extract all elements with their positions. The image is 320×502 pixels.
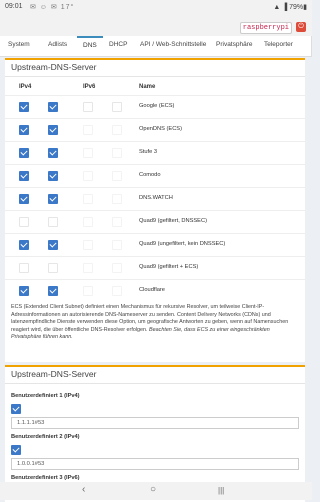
ipv6-checkbox-b[interactable]	[112, 171, 122, 181]
ipv4-checkbox-b[interactable]	[48, 263, 58, 273]
ipv6-checkbox-a[interactable]	[83, 148, 93, 158]
ipv4-checkbox-a[interactable]	[19, 263, 29, 273]
server-row: Quad9 (gefiltert + ECS)	[5, 256, 305, 278]
ipv6-checkbox-a[interactable]	[83, 240, 93, 250]
back-icon[interactable]: ‹	[82, 484, 85, 495]
settings-tabs: System Adlists DNS DHCP API / Web-Schnit…	[0, 36, 312, 57]
server-row: Quad9 (ungefiltert, kein DNSSEC)	[5, 233, 305, 255]
card-divider	[5, 76, 305, 77]
ipv4-checkbox-a[interactable]	[19, 286, 29, 296]
tab-system[interactable]: System	[8, 36, 30, 56]
ipv6-checkbox-b[interactable]	[112, 125, 122, 135]
ipv6-checkbox-a[interactable]	[83, 194, 93, 204]
header-ipv4: IPv4	[19, 84, 32, 90]
ipv4-checkbox-b[interactable]	[48, 217, 58, 227]
row-divider	[5, 256, 305, 257]
ipv6-checkbox-b[interactable]	[112, 102, 122, 112]
tabs-scroll-edge	[311, 36, 312, 56]
row-divider	[5, 187, 305, 188]
server-name: Quad9 (ungefiltert, kein DNSSEC)	[139, 241, 226, 247]
ipv6-checkbox-a[interactable]	[83, 263, 93, 273]
top-bar: raspberrypi ⏻	[0, 14, 312, 36]
ecs-description: ECS (Extended Client Subnet) definiert e…	[11, 304, 299, 342]
ipv6-checkbox-a[interactable]	[83, 286, 93, 296]
server-name: Google (ECS)	[139, 103, 175, 109]
tab-dns[interactable]: DNS	[77, 36, 103, 56]
ipv4-checkbox-b[interactable]	[48, 148, 58, 158]
tab-teleporter[interactable]: Teleporter	[264, 36, 293, 56]
card-title: Upstream-DNS-Server	[11, 62, 97, 72]
ipv6-checkbox-b[interactable]	[112, 194, 122, 204]
ipv4-checkbox-a[interactable]	[19, 194, 29, 204]
server-row: Comodo	[5, 164, 305, 186]
custom3-label: Benutzerdefiniert 3 (IPv6)	[11, 475, 80, 481]
notification-icons: ✉ ☺ ✉ 17°	[30, 4, 75, 11]
row-divider	[5, 233, 305, 234]
row-divider	[5, 164, 305, 165]
ipv4-checkbox-a[interactable]	[19, 102, 29, 112]
logout-icon[interactable]: ⏻	[296, 22, 306, 32]
ipv6-checkbox-b[interactable]	[112, 148, 122, 158]
server-row: Stufe 3	[5, 141, 305, 163]
row-divider	[5, 95, 305, 96]
ipv4-checkbox-a[interactable]	[19, 217, 29, 227]
row-divider	[5, 141, 305, 142]
custom2-checkbox[interactable]	[11, 445, 21, 455]
custom2-input[interactable]: 1.0.0.1#53	[11, 458, 299, 470]
server-name: Stufe 3	[139, 149, 158, 155]
card-title: Upstream-DNS-Server	[11, 369, 97, 379]
server-name: DNS.WATCH	[139, 195, 173, 201]
tab-adlists[interactable]: Adlists	[48, 36, 67, 56]
ipv4-checkbox-b[interactable]	[48, 286, 58, 296]
card-divider	[5, 383, 305, 384]
row-divider	[5, 210, 305, 211]
custom1-label: Benutzerdefiniert 1 (IPv4)	[11, 393, 80, 399]
server-row: Google (ECS)	[5, 95, 305, 117]
server-row: OpenDNS (ECS)	[5, 118, 305, 140]
custom1-checkbox[interactable]	[11, 404, 21, 414]
ipv4-checkbox-a[interactable]	[19, 171, 29, 181]
ipv6-checkbox-b[interactable]	[112, 286, 122, 296]
android-nav-bar: ‹ ○ |||	[0, 482, 312, 500]
server-row: DNS.WATCH	[5, 187, 305, 209]
ipv4-checkbox-b[interactable]	[48, 125, 58, 135]
custom2-label: Benutzerdefiniert 2 (IPv4)	[11, 434, 80, 440]
ipv6-checkbox-a[interactable]	[83, 171, 93, 181]
server-name: Comodo	[139, 172, 161, 178]
tab-dhcp[interactable]: DHCP	[109, 36, 127, 56]
recents-icon[interactable]: |||	[218, 486, 224, 495]
ipv4-checkbox-a[interactable]	[19, 148, 29, 158]
custom1-input[interactable]: 1.1.1.1#53	[11, 417, 299, 429]
ipv6-checkbox-a[interactable]	[83, 217, 93, 227]
ipv4-checkbox-a[interactable]	[19, 240, 29, 250]
ipv6-checkbox-b[interactable]	[112, 263, 122, 273]
server-row: Cloudflare	[5, 279, 305, 301]
server-name: Quad9 (gefiltert, DNSSEC)	[139, 218, 207, 224]
tab-privacy[interactable]: Privatsphäre	[216, 36, 253, 56]
home-icon[interactable]: ○	[150, 484, 156, 495]
battery-indicator: ▲ ▐ 79%▮	[273, 4, 307, 11]
header-ipv6: IPv6	[83, 84, 96, 90]
row-divider	[5, 279, 305, 280]
ipv6-checkbox-a[interactable]	[83, 102, 93, 112]
ipv6-checkbox-b[interactable]	[112, 217, 122, 227]
hostname-badge: raspberrypi	[239, 22, 292, 34]
tab-api-web[interactable]: API / Web-Schnittstelle	[140, 36, 206, 56]
ipv4-checkbox-b[interactable]	[48, 194, 58, 204]
ipv4-checkbox-b[interactable]	[48, 171, 58, 181]
ipv6-checkbox-b[interactable]	[112, 240, 122, 250]
ipv6-checkbox-a[interactable]	[83, 125, 93, 135]
status-bar: 09:01 ✉ ☺ ✉ 17° ▲ ▐ 79%▮	[0, 0, 312, 14]
ipv4-checkbox-a[interactable]	[19, 125, 29, 135]
upstream-dns-card: Upstream-DNS-Server IPv4 IPv6 Name Googl…	[5, 58, 305, 362]
header-name: Name	[139, 84, 156, 90]
status-time: 09:01	[5, 3, 23, 10]
server-name: Quad9 (gefiltert + ECS)	[139, 264, 199, 270]
ipv4-checkbox-b[interactable]	[48, 240, 58, 250]
server-row: Quad9 (gefiltert, DNSSEC)	[5, 210, 305, 232]
server-name: OpenDNS (ECS)	[139, 126, 182, 132]
ipv4-checkbox-b[interactable]	[48, 102, 58, 112]
server-name: Cloudflare	[139, 287, 165, 293]
row-divider	[5, 118, 305, 119]
